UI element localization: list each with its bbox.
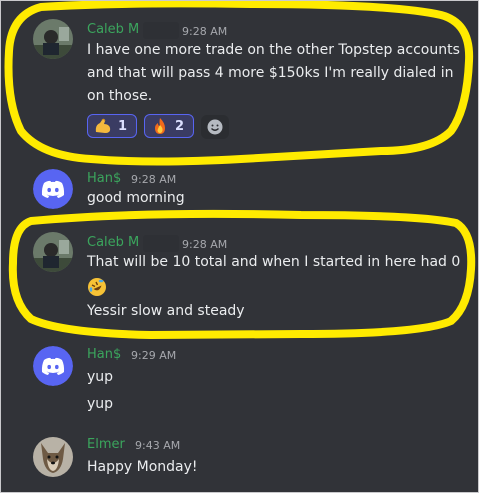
chat-panel: Caleb M 9:28 AM I have one more trade on… <box>0 0 479 493</box>
author-name[interactable]: Caleb M <box>87 235 139 250</box>
message-line: and that will pass 4 more $150ks I'm rea… <box>87 65 454 81</box>
discord-logo-icon <box>41 180 65 198</box>
timestamp: 9:43 AM <box>135 439 181 452</box>
flexed-biceps-icon <box>95 118 111 133</box>
reaction-fire[interactable]: 2 <box>144 114 194 138</box>
discord-logo-icon <box>41 357 65 375</box>
smiley-icon <box>207 119 223 135</box>
avatar[interactable] <box>33 169 73 209</box>
reaction-count: 2 <box>175 118 185 134</box>
redacted-area <box>143 22 179 39</box>
timestamp: 9:28 AM <box>131 173 177 186</box>
message-line: I have one more trade on the other Topst… <box>87 42 460 58</box>
reaction-count: 1 <box>118 118 128 134</box>
message-line: Yessir slow and steady <box>87 303 245 319</box>
add-reaction-button[interactable] <box>201 115 229 139</box>
author-name[interactable]: Elmer <box>87 437 125 452</box>
reaction-flexed-biceps[interactable]: 1 <box>87 114 137 138</box>
avatar[interactable] <box>33 232 73 272</box>
author-name[interactable]: Han$ <box>87 171 121 186</box>
message-line: That will be 10 total and when I started… <box>87 254 461 270</box>
timestamp: 9:28 AM <box>182 238 228 251</box>
message-line: yup <box>87 369 114 385</box>
author-name[interactable]: Caleb M <box>87 22 139 37</box>
message-line: Happy Monday! <box>87 459 198 475</box>
message-line: yup <box>87 396 114 412</box>
redacted-area <box>143 235 179 252</box>
avatar[interactable] <box>33 437 73 477</box>
timestamp: 9:29 AM <box>131 349 177 362</box>
rolling-on-floor-laughing-icon <box>88 278 106 296</box>
fire-icon <box>155 118 165 134</box>
timestamp: 9:28 AM <box>182 25 228 38</box>
avatar[interactable] <box>33 19 73 59</box>
message-line: good morning <box>87 190 185 206</box>
avatar[interactable] <box>33 346 73 386</box>
author-name[interactable]: Han$ <box>87 347 121 362</box>
message-line: on those. <box>87 88 153 104</box>
